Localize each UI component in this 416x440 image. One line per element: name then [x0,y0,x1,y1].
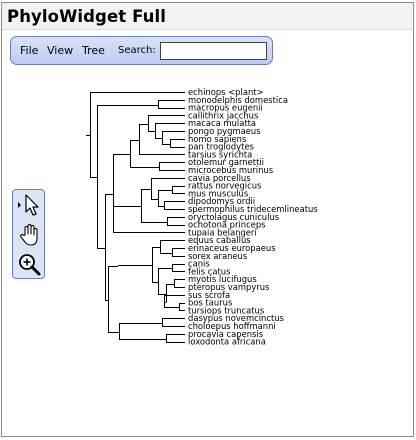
search-input[interactable] [160,42,267,60]
zoom-tool[interactable] [16,252,44,278]
app-title: PhyloWidget Full [7,7,166,26]
menu-view[interactable]: View [47,44,73,57]
leaf-label[interactable]: loxodonta africana [188,337,266,347]
title-bar: PhyloWidget Full [2,3,413,30]
hand-pan-tool[interactable] [16,222,44,248]
hand-icon [20,223,38,246]
tree-branches [86,92,185,343]
phylogenetic-tree: echinops <plant>monodelphis domesticamac… [86,87,318,347]
menu-bar: File View Tree Search: [10,36,273,65]
menu-file[interactable]: File [20,44,38,57]
tree-leaf-labels: echinops <plant>monodelphis domesticamac… [188,87,318,347]
menu-tree[interactable]: Tree [82,44,105,57]
arrow-cursor-icon [18,194,39,216]
tool-palette [12,189,45,279]
applet-window: PhyloWidget Full echinops <plant> monodel… [1,2,414,437]
arrow-select-tool[interactable] [16,192,44,218]
magnifier-plus-icon [19,254,41,276]
search-label: Search: [118,45,156,56]
